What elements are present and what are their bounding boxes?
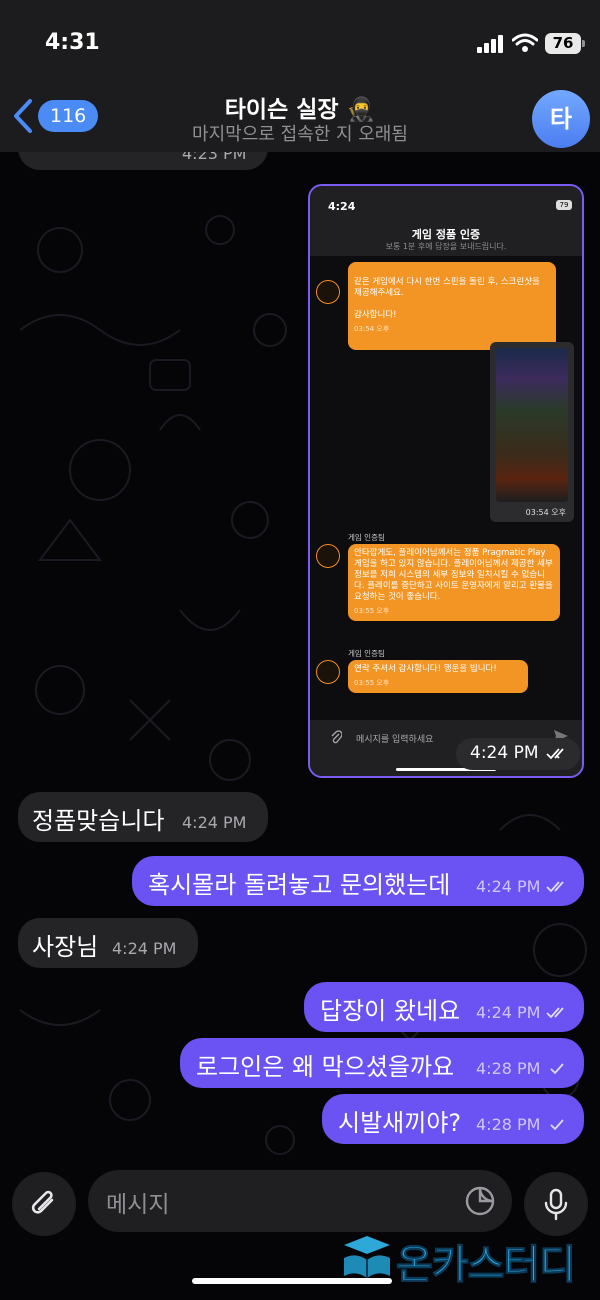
message-bubble[interactable]: 혹시몰라 돌려놓고 문의했는데 4:24 PM xyxy=(132,856,584,906)
message-text: 정품맞습니다 xyxy=(32,807,165,835)
inner-bubble: 연락 주셔서 감사합니다! 행운을 빕니다! 03:55 오후 xyxy=(348,660,528,693)
microphone-icon xyxy=(544,1188,568,1221)
message-time: 4:24 PM xyxy=(476,1003,541,1022)
read-double-check-icon xyxy=(546,1007,564,1019)
screenshot-message-image[interactable]: 4:24 79 게임 정품 인증 보통 1분 후에 답장을 보내드립니다. 같은… xyxy=(308,184,584,778)
message-time: 4:24 PM xyxy=(470,743,539,763)
cellular-signal-icon xyxy=(477,35,503,53)
message-placeholder: 메시지 xyxy=(106,1192,170,1218)
inner-title: 게임 정품 인증 xyxy=(411,228,481,241)
avatar[interactable]: 타 xyxy=(532,90,590,148)
message-time: 4:24 PM xyxy=(476,877,541,896)
message-text: 답장이 왔네요 xyxy=(320,997,461,1025)
message-time: 4:28 PM xyxy=(476,1059,541,1078)
message-bubble[interactable]: 답장이 왔네요 4:24 PM xyxy=(304,982,584,1032)
message-input-bar: 메시지 온카스터디 xyxy=(0,1160,600,1300)
battery-indicator: 76 xyxy=(545,33,585,54)
bot-logo-icon xyxy=(316,280,340,304)
inner-subtitle: 보통 1분 후에 답장을 보내드립니다. xyxy=(385,242,507,251)
inner-bubble: 같은 게임에서 다시 한번 스핀을 돌린 후, 스크린샷을 제공해주세요. 감사… xyxy=(348,262,556,350)
watermark-logo: 온카스터디 xyxy=(340,1232,592,1289)
inner-bubble-time: 03:54 오후 xyxy=(354,325,390,333)
slot-game-image xyxy=(496,348,568,502)
inner-chat-body: 같은 게임에서 다시 한번 스핀을 돌린 후, 스크린샷을 제공해주세요. 감사… xyxy=(310,256,582,720)
status-bar: 4:31 76 xyxy=(0,0,600,90)
watermark-text: 온카스터디 xyxy=(396,1242,577,1289)
wifi-icon xyxy=(512,33,538,52)
message-input[interactable]: 메시지 xyxy=(88,1170,512,1232)
message-time: 4:28 PM xyxy=(476,1115,541,1134)
status-time: 4:31 xyxy=(45,30,100,55)
message-time: 4:24 PM xyxy=(182,813,247,832)
message-time: 4:24 PM xyxy=(112,939,177,958)
chat-title[interactable]: 타이슨 실장 🥷 xyxy=(0,90,600,124)
attach-button[interactable] xyxy=(12,1172,76,1236)
read-double-check-icon xyxy=(546,881,564,893)
message-bubble[interactable]: 시발새끼야? 4:28 PM xyxy=(322,1094,584,1144)
inner-header: 4:24 79 게임 정품 인증 보통 1분 후에 답장을 보내드립니다. xyxy=(310,186,582,256)
inner-bubble-text: 연락 주셔서 감사합니다! 행운을 빕니다! xyxy=(354,664,497,674)
message-bubble[interactable]: 사장님 4:24 PM xyxy=(18,918,198,968)
message-bubble[interactable]: 정품맞습니다 4:24 PM xyxy=(18,792,268,842)
delivered-check-icon xyxy=(550,1063,564,1075)
read-double-check-icon xyxy=(546,748,564,760)
inner-bubble-time: 03:55 오후 xyxy=(354,679,390,687)
inner-status-time: 4:24 xyxy=(328,200,356,213)
inner-image-time: 03:54 오후 xyxy=(525,508,566,517)
inner-slot-screenshot: 03:54 오후 xyxy=(490,342,574,522)
message-bubble[interactable]: 로그인은 왜 막으셨을까요 4:28 PM xyxy=(180,1038,584,1088)
image-time-pill: 4:24 PM xyxy=(456,738,580,770)
home-indicator[interactable] xyxy=(192,1278,392,1284)
inner-battery: 79 xyxy=(556,200,572,210)
delivered-check-icon xyxy=(550,1119,564,1131)
bot-logo-icon xyxy=(316,544,340,568)
voice-record-button[interactable] xyxy=(524,1172,588,1236)
paperclip-icon xyxy=(31,1190,54,1214)
message-text: 시발새끼야? xyxy=(338,1109,462,1137)
inner-bubble-text: 안타깝게도, 플레이어님께서는 정품 Pragmatic Play 게임을 하고… xyxy=(354,548,553,602)
sticker-icon[interactable] xyxy=(464,1185,496,1217)
inner-sender-name: 게임 인증팀 xyxy=(348,533,385,542)
bot-logo-icon xyxy=(316,660,340,684)
message-text: 사장님 xyxy=(32,933,99,961)
inner-bubble: 안타깝게도, 플레이어님께서는 정품 Pragmatic Play 게임을 하고… xyxy=(348,544,560,621)
graduation-book-icon xyxy=(344,1236,390,1278)
chat-header-overlay: 116 타이슨 실장 🥷 마지막으로 접속한 지 오래됨 타 xyxy=(0,90,600,152)
message-text: 혹시몰라 돌려놓고 문의했는데 xyxy=(148,871,451,899)
last-seen-status: 마지막으로 접속한 지 오래됨 xyxy=(192,124,408,145)
inner-sender-name: 게임 인증팀 xyxy=(348,649,385,658)
message-text: 로그인은 왜 막으셨을까요 xyxy=(196,1053,455,1081)
inner-input-placeholder: 메시지를 입력하세요 xyxy=(356,735,434,745)
inner-bubble-time: 03:55 오후 xyxy=(354,607,390,615)
inner-bubble-text: 같은 게임에서 다시 한번 스핀을 돌린 후, 스크린샷을 제공해주세요. 감사… xyxy=(354,277,540,320)
paperclip-icon xyxy=(331,730,342,744)
